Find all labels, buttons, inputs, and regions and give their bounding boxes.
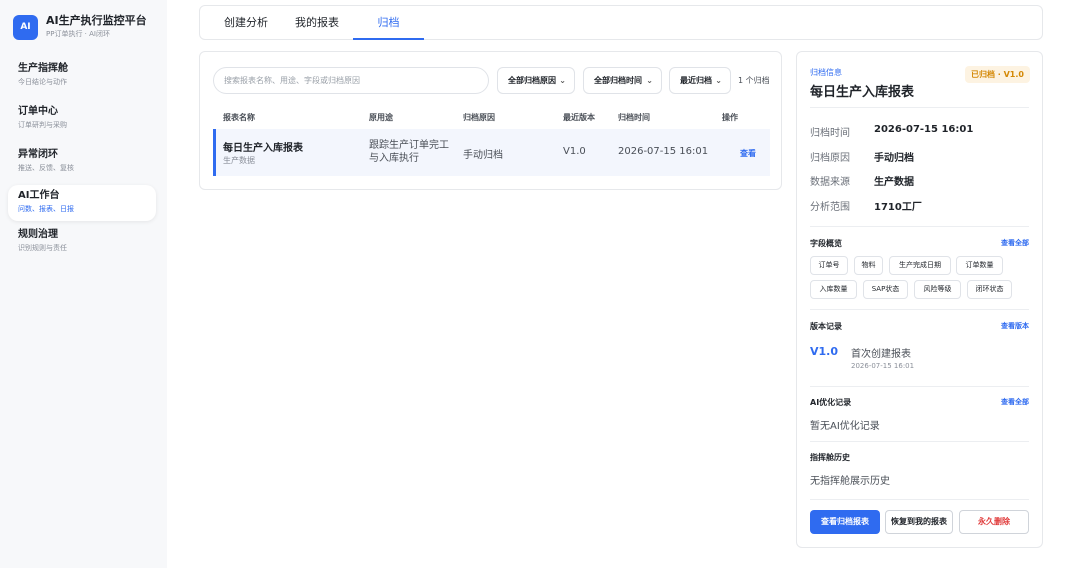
divider	[810, 226, 1029, 227]
tab-bar: 创建分析 我的报表 归档	[199, 5, 1043, 40]
ai-records-empty: 暂无AI优化记录	[810, 421, 880, 432]
tab-my-reports[interactable]: 我的报表	[285, 6, 349, 40]
version-time: 2026-07-15 16:01	[851, 362, 915, 370]
column-header-purpose: 原用途	[369, 113, 393, 122]
tab-archive[interactable]: 归档	[353, 6, 424, 40]
divider	[810, 309, 1029, 310]
column-header-name: 报表名称	[223, 113, 255, 122]
field-chip: 风险等级	[914, 280, 961, 299]
row-report-name: 每日生产入库报表	[223, 143, 303, 154]
brand-title: AI生产执行监控平台	[46, 14, 147, 27]
column-header-time: 归档时间	[618, 113, 650, 122]
sidebar-item-sub: 识别规则与责任	[18, 244, 67, 252]
column-header-version: 最近版本	[563, 113, 595, 122]
field-overview-link[interactable]: 查看全部	[1001, 238, 1029, 248]
divider	[810, 441, 1029, 442]
archive-detail-panel: 归档信息 每日生产入库报表 已归档 · V1.0 归档时间 2026-07-15…	[796, 51, 1043, 548]
archive-count: 1 个归档	[738, 76, 770, 85]
divider	[810, 499, 1029, 500]
sidebar-item-label: 订单中心	[18, 106, 58, 117]
field-chip: 订单数量	[956, 256, 1003, 275]
table-row[interactable]: 每日生产入库报表 生产数据 跟踪生产订单完工与入库执行 手动归档 V1.0 20…	[213, 129, 770, 176]
field-chip: SAP状态	[863, 280, 908, 299]
filter-reason-label: 全部归档原因	[508, 76, 556, 85]
sort-select[interactable]: 最近归档 ⌄	[669, 67, 731, 94]
sidebar-item-orders[interactable]: 订单中心 订单研判与采购	[8, 99, 156, 141]
field-chip: 入库数量	[810, 280, 857, 299]
version-desc: 首次创建报表	[851, 349, 911, 360]
sidebar-item-sub: 推送、反馈、复核	[18, 164, 74, 172]
filter-time-label: 全部归档时间	[594, 76, 642, 85]
divider	[810, 107, 1029, 108]
cockpit-history-empty: 无指挥舱展示历史	[810, 476, 890, 487]
sidebar-item-cockpit[interactable]: 生产指挥舱 今日结论与动作	[8, 56, 156, 98]
sidebar-item-exceptions[interactable]: 异常闭环 推送、反馈、复核	[8, 142, 156, 184]
brand: AI AI生产执行监控平台 PP订单执行 · AI闭环	[13, 14, 147, 40]
row-time: 2026-07-15 16:01	[618, 146, 709, 157]
field-value: 1710工厂	[874, 202, 922, 213]
chevron-down-icon: ⌄	[715, 76, 722, 85]
cockpit-history-title: 指挥舱历史	[810, 453, 850, 462]
field-value: 手动归档	[874, 153, 914, 164]
sidebar-item-sub: 今日结论与动作	[18, 78, 67, 86]
row-purpose: 跟踪生产订单完工与入库执行	[369, 140, 449, 164]
chevron-down-icon: ⌄	[559, 76, 566, 85]
sidebar: AI AI生产执行监控平台 PP订单执行 · AI闭环 生产指挥舱 今日结论与动…	[0, 0, 167, 568]
detail-title: 每日生产入库报表	[810, 85, 915, 100]
row-version: V1.0	[563, 146, 586, 157]
row-report-source: 生产数据	[223, 156, 255, 165]
view-link[interactable]: 查看	[740, 148, 756, 159]
sidebar-item-rules[interactable]: 规则治理 识别规则与责任	[8, 222, 156, 264]
version-number: V1.0	[810, 345, 838, 358]
field-chip: 订单号	[810, 256, 848, 275]
sidebar-nav: 生产指挥舱 今日结论与动作 订单中心 订单研判与采购 异常闭环 推送、反馈、复核…	[8, 56, 156, 265]
versions-link[interactable]: 查看版本	[1001, 321, 1029, 331]
field-chip: 物料	[854, 256, 883, 275]
brand-logo: AI	[13, 14, 38, 40]
divider	[810, 386, 1029, 387]
column-header-action: 操作	[722, 113, 738, 122]
sidebar-item-sub: 问数、报表、日报	[18, 205, 74, 213]
ai-records-link[interactable]: 查看全部	[1001, 397, 1029, 407]
row-reason: 手动归档	[463, 150, 503, 161]
field-overview-title: 字段概览	[810, 239, 842, 248]
field-chip: 闭环状态	[967, 280, 1012, 299]
detail-label: 归档信息	[810, 68, 842, 77]
search-input[interactable]: 搜索报表名称、用途、字段或归档原因	[213, 67, 489, 94]
brand-subtitle: PP订单执行 · AI闭环	[46, 30, 110, 38]
status-badge: 已归档 · V1.0	[965, 66, 1030, 83]
filter-time-select[interactable]: 全部归档时间 ⌄	[583, 67, 662, 94]
permanent-delete-button[interactable]: 永久删除	[959, 510, 1029, 534]
view-archived-report-button[interactable]: 查看归档报表	[810, 510, 880, 534]
sidebar-item-label: AI工作台	[18, 190, 60, 201]
field-chip: 生产完成日期	[889, 256, 951, 275]
sidebar-item-label: 异常闭环	[18, 149, 58, 160]
field-value: 2026-07-15 16:01	[874, 124, 974, 135]
field-value: 生产数据	[874, 177, 914, 188]
sidebar-item-sub: 订单研判与采购	[18, 121, 67, 129]
field-key: 归档时间	[810, 128, 850, 139]
field-key: 数据来源	[810, 177, 850, 188]
versions-title: 版本记录	[810, 322, 842, 331]
chevron-down-icon: ⌄	[646, 76, 653, 85]
archive-list-panel: 搜索报表名称、用途、字段或归档原因 全部归档原因 ⌄ 全部归档时间 ⌄ 最近归档…	[199, 51, 782, 190]
tab-create-analysis[interactable]: 创建分析	[214, 6, 278, 40]
sidebar-item-label: 生产指挥舱	[18, 63, 68, 74]
field-key: 归档原因	[810, 153, 850, 164]
ai-records-title: AI优化记录	[810, 398, 852, 407]
sort-label: 最近归档	[680, 76, 712, 85]
column-header-reason: 归档原因	[463, 113, 495, 122]
field-key: 分析范围	[810, 202, 850, 213]
filter-reason-select[interactable]: 全部归档原因 ⌄	[497, 67, 575, 94]
sidebar-item-ai-workbench[interactable]: AI工作台 问数、报表、日报	[8, 185, 156, 221]
sidebar-item-label: 规则治理	[18, 229, 58, 240]
restore-report-button[interactable]: 恢复到我的报表	[885, 510, 953, 534]
